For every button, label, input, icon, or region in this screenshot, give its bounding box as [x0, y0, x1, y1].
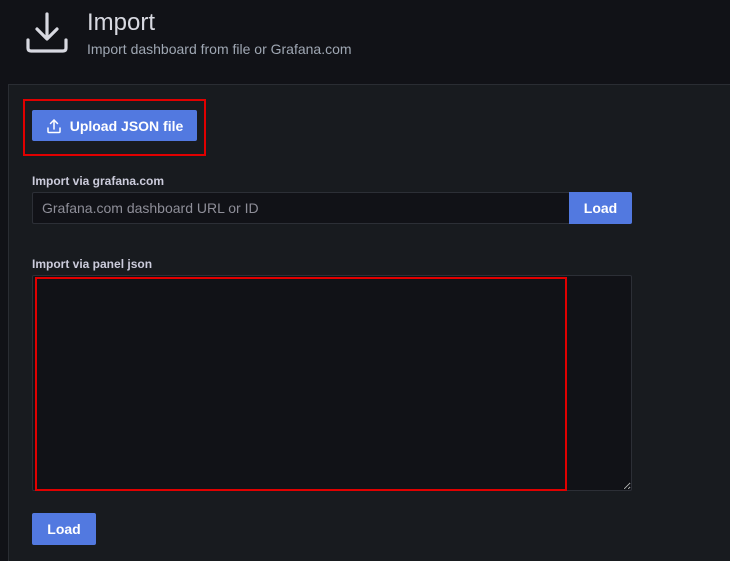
panel-json-label: Import via panel json [32, 257, 153, 271]
download-icon [26, 12, 68, 53]
upload-json-label: Upload JSON file [69, 117, 184, 134]
page-title: Import [87, 9, 156, 36]
load-button[interactable]: Load [32, 513, 96, 545]
page-header: Import Import dashboard from file or Gra… [0, 0, 730, 84]
grafana-com-label: Import via grafana.com [32, 174, 165, 188]
grafana-com-load-button[interactable]: Load [569, 192, 632, 224]
upload-json-button[interactable]: Upload JSON file [32, 110, 197, 141]
upload-icon [46, 118, 61, 133]
panel-json-textarea[interactable] [32, 275, 632, 491]
page-subtitle: Import dashboard from file or Grafana.co… [87, 41, 352, 57]
grafana-com-url-input[interactable] [32, 192, 569, 224]
